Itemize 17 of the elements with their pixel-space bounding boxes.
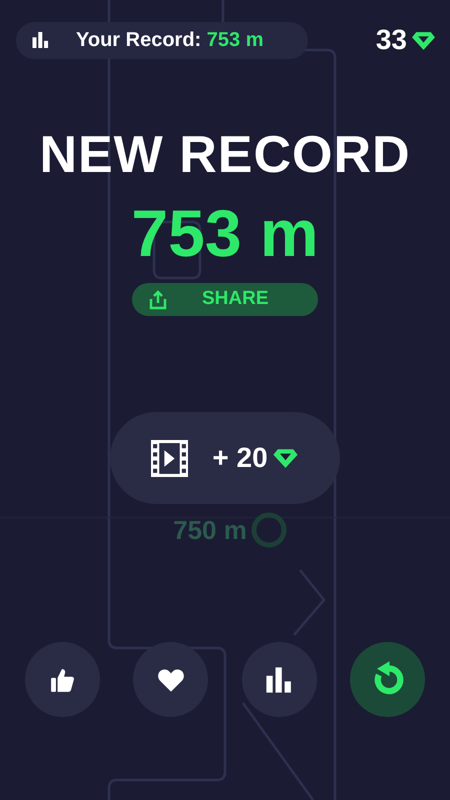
gem-icon [272,447,299,469]
record-bar[interactable]: Your Record: 753 m [16,22,308,58]
bar-chart-icon [31,32,50,48]
record-text: Your Record: 753 m [76,28,264,53]
title: NEW RECORD [39,125,411,186]
distance-marker: 750 m [173,514,247,546]
bar-chart-icon [265,666,294,692]
gem-icon [411,30,436,50]
thumbs-up-icon [50,666,76,692]
ring-icon [248,510,289,550]
video-reward-button[interactable]: + 20 [110,412,340,504]
film-play-icon [151,440,188,476]
share-icon [148,290,168,310]
score: 753 m [131,195,319,271]
share-button[interactable]: SHARE [132,283,318,316]
gem-count: 33 [376,23,407,57]
heart-icon [156,666,185,692]
